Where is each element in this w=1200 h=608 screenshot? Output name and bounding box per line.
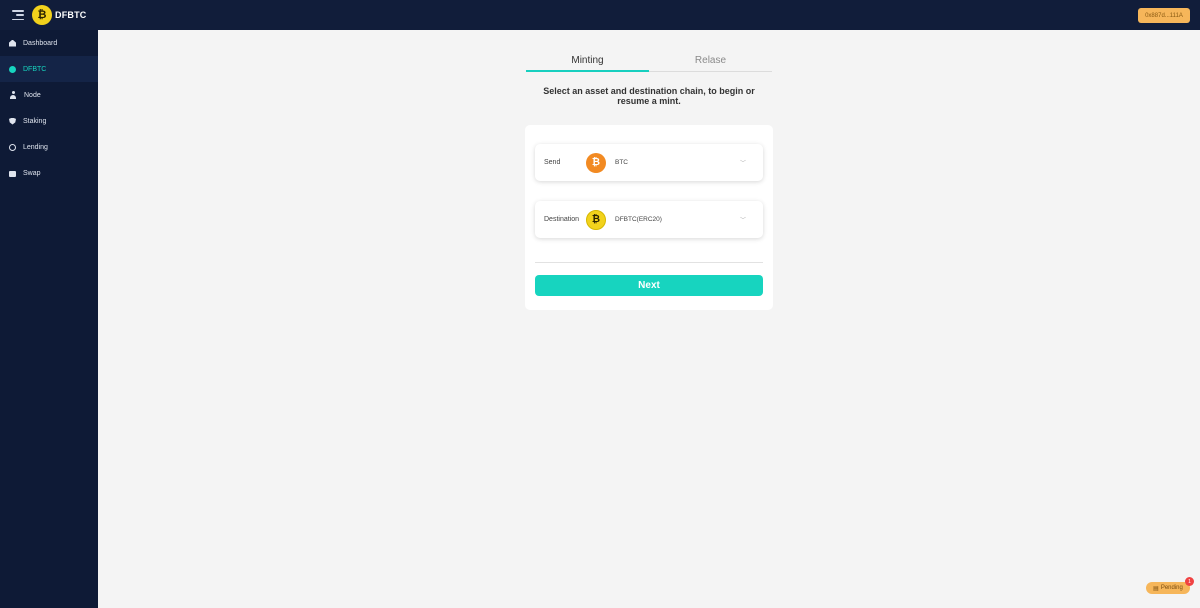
tab-relase[interactable]: Relase	[649, 50, 772, 71]
sidebar-item-label: Dashboard	[23, 39, 58, 47]
subtitle-line-1: Select an asset and destination chain, t…	[543, 86, 755, 96]
menu-toggle-icon[interactable]	[12, 10, 24, 20]
document-icon: ▤	[1153, 585, 1159, 592]
sidebar-item-swap[interactable]: Swap	[0, 160, 98, 186]
sidebar: Dashboard DFBTC Node Staking Lending Swa…	[0, 30, 98, 608]
node-icon	[9, 91, 17, 99]
next-button[interactable]: Next	[535, 275, 763, 296]
wallet-address-button[interactable]: 0x887d...111A	[1138, 8, 1190, 23]
sidebar-item-label: Swap	[23, 169, 41, 177]
destination-label: Destination	[544, 216, 580, 223]
app-name: DFBTC	[55, 10, 87, 20]
sidebar-item-lending[interactable]: Lending	[0, 134, 98, 160]
page-subtitle: Select an asset and destination chain, t…	[526, 86, 772, 106]
sidebar-item-label: DFBTC	[23, 65, 47, 73]
sidebar-item-label: Node	[24, 91, 41, 99]
staking-icon	[9, 117, 16, 125]
subtitle-line-2: resume a mint.	[617, 96, 681, 106]
sidebar-item-label: Lending	[23, 143, 48, 151]
pending-button[interactable]: ▤ Pending 1	[1146, 577, 1194, 594]
tab-minting[interactable]: Minting	[526, 50, 649, 72]
send-asset-select[interactable]: Send ₿ BTC ﹀	[535, 144, 763, 181]
top-bar: ₿ DFBTC 0x887d...111A	[0, 0, 1200, 30]
pending-count-badge: 1	[1185, 577, 1194, 586]
swap-icon	[9, 171, 16, 177]
sidebar-item-staking[interactable]: Staking	[0, 108, 98, 134]
sidebar-item-node[interactable]: Node	[0, 82, 98, 108]
lending-icon	[9, 143, 16, 151]
card-divider	[535, 262, 763, 263]
btc-coin-icon: ₿	[586, 152, 606, 173]
sidebar-item-label: Staking	[23, 117, 47, 125]
sidebar-item-dfbtc[interactable]: DFBTC	[0, 56, 98, 82]
chevron-down-icon: ﹀	[739, 161, 746, 167]
dfbtc-coin-icon: ₿	[586, 209, 606, 230]
mint-tabs: Minting Relase	[526, 50, 772, 72]
dashboard-icon	[9, 39, 16, 47]
main-content: Minting Relase Select an asset and desti…	[98, 30, 1200, 608]
send-label: Send	[544, 159, 561, 166]
sidebar-item-dashboard[interactable]: Dashboard	[0, 30, 98, 56]
send-value: BTC	[615, 159, 628, 166]
destination-chain-select[interactable]: Destination ₿ DFBTC(ERC20) ﹀	[535, 201, 763, 238]
dfbtc-icon	[9, 65, 16, 73]
dfbtc-logo-icon: ₿	[32, 5, 52, 25]
destination-value: DFBTC(ERC20)	[615, 216, 662, 223]
mint-card: Send ₿ BTC ﹀ Destination ₿ DFBTC(ERC20) …	[525, 125, 773, 310]
chevron-down-icon: ﹀	[739, 218, 746, 224]
pending-label: Pending	[1160, 585, 1183, 591]
